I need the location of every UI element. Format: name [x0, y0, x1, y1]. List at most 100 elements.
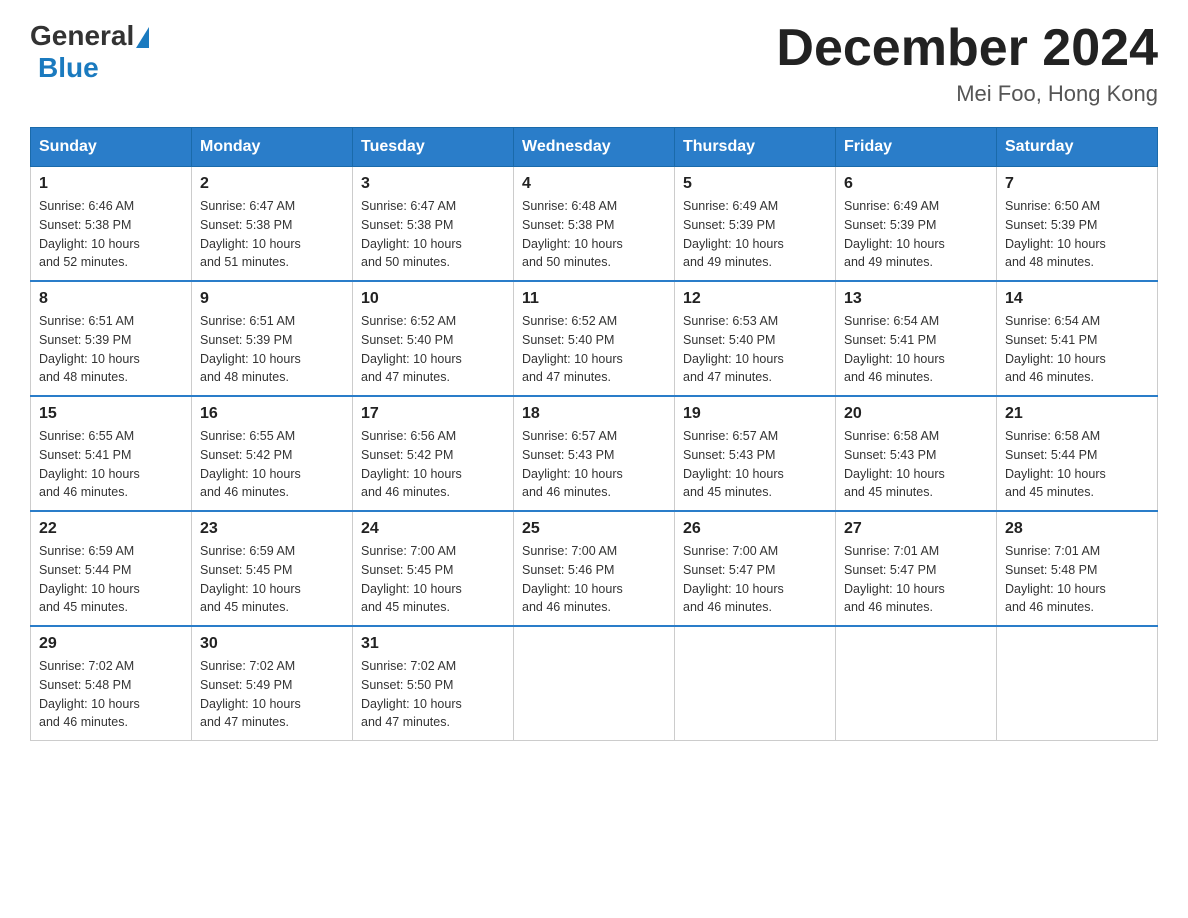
weekday-header-tuesday: Tuesday	[353, 128, 514, 167]
day-info: Sunrise: 6:49 AMSunset: 5:39 PMDaylight:…	[683, 197, 827, 272]
day-cell: 21 Sunrise: 6:58 AMSunset: 5:44 PMDayligh…	[997, 396, 1158, 511]
day-info: Sunrise: 6:47 AMSunset: 5:38 PMDaylight:…	[361, 197, 505, 272]
day-number: 29	[39, 635, 183, 653]
day-info: Sunrise: 6:54 AMSunset: 5:41 PMDaylight:…	[844, 312, 988, 387]
day-number: 19	[683, 405, 827, 423]
day-info: Sunrise: 6:51 AMSunset: 5:39 PMDaylight:…	[39, 312, 183, 387]
day-number: 4	[522, 175, 666, 193]
day-info: Sunrise: 7:02 AMSunset: 5:49 PMDaylight:…	[200, 657, 344, 732]
day-cell: 9 Sunrise: 6:51 AMSunset: 5:39 PMDaylight…	[192, 281, 353, 396]
weekday-header-friday: Friday	[836, 128, 997, 167]
day-info: Sunrise: 6:49 AMSunset: 5:39 PMDaylight:…	[844, 197, 988, 272]
day-info: Sunrise: 6:48 AMSunset: 5:38 PMDaylight:…	[522, 197, 666, 272]
day-cell: 14Sunrise: 6:54 AMSunset: 5:41 PMDayligh…	[997, 281, 1158, 396]
day-info: Sunrise: 6:53 AMSunset: 5:40 PMDaylight:…	[683, 312, 827, 387]
day-info: Sunrise: 6:47 AMSunset: 5:38 PMDaylight:…	[200, 197, 344, 272]
day-cell: 10Sunrise: 6:52 AMSunset: 5:40 PMDayligh…	[353, 281, 514, 396]
day-info: Sunrise: 7:02 AMSunset: 5:50 PMDaylight:…	[361, 657, 505, 732]
day-number: 22	[39, 520, 183, 538]
day-number: 9	[200, 290, 344, 308]
day-number: 26	[683, 520, 827, 538]
day-info: Sunrise: 7:00 AMSunset: 5:47 PMDaylight:…	[683, 542, 827, 617]
logo-triangle-icon	[136, 27, 149, 48]
day-number: 13	[844, 290, 988, 308]
day-number: 12	[683, 290, 827, 308]
day-info: Sunrise: 6:52 AMSunset: 5:40 PMDaylight:…	[361, 312, 505, 387]
day-cell: 15 Sunrise: 6:55 AMSunset: 5:41 PMDayligh…	[31, 396, 192, 511]
day-info: Sunrise: 6:50 AMSunset: 5:39 PMDaylight:…	[1005, 197, 1149, 272]
day-number: 28	[1005, 520, 1149, 538]
day-number: 6	[844, 175, 988, 193]
day-number: 21	[1005, 405, 1149, 423]
day-cell: 4 Sunrise: 6:48 AMSunset: 5:38 PMDaylight…	[514, 167, 675, 282]
week-row-4: 22Sunrise: 6:59 AMSunset: 5:44 PMDayligh…	[31, 511, 1158, 626]
week-row-2: 8 Sunrise: 6:51 AMSunset: 5:39 PMDaylight…	[31, 281, 1158, 396]
day-cell: 12 Sunrise: 6:53 AMSunset: 5:40 PMDayligh…	[675, 281, 836, 396]
day-number: 3	[361, 175, 505, 193]
month-title: December 2024	[776, 20, 1158, 77]
day-cell: 13 Sunrise: 6:54 AMSunset: 5:41 PMDayligh…	[836, 281, 997, 396]
day-info: Sunrise: 6:52 AMSunset: 5:40 PMDaylight:…	[522, 312, 666, 387]
day-info: Sunrise: 7:00 AMSunset: 5:45 PMDaylight:…	[361, 542, 505, 617]
day-cell: 19Sunrise: 6:57 AMSunset: 5:43 PMDayligh…	[675, 396, 836, 511]
day-info: Sunrise: 6:55 AMSunset: 5:42 PMDaylight:…	[200, 427, 344, 502]
weekday-header-saturday: Saturday	[997, 128, 1158, 167]
day-cell: 16 Sunrise: 6:55 AMSunset: 5:42 PMDayligh…	[192, 396, 353, 511]
day-cell: 17Sunrise: 6:56 AMSunset: 5:42 PMDayligh…	[353, 396, 514, 511]
day-cell: 1Sunrise: 6:46 AMSunset: 5:38 PMDaylight…	[31, 167, 192, 282]
day-cell	[675, 626, 836, 741]
day-cell	[997, 626, 1158, 741]
week-row-3: 15 Sunrise: 6:55 AMSunset: 5:41 PMDayligh…	[31, 396, 1158, 511]
day-number: 15	[39, 405, 183, 423]
title-block: December 2024 Mei Foo, Hong Kong	[776, 20, 1158, 107]
day-info: Sunrise: 6:58 AMSunset: 5:44 PMDaylight:…	[1005, 427, 1149, 502]
day-info: Sunrise: 6:58 AMSunset: 5:43 PMDaylight:…	[844, 427, 988, 502]
day-info: Sunrise: 6:56 AMSunset: 5:42 PMDaylight:…	[361, 427, 505, 502]
day-cell: 28Sunrise: 7:01 AMSunset: 5:48 PMDayligh…	[997, 511, 1158, 626]
location: Mei Foo, Hong Kong	[776, 81, 1158, 107]
day-number: 31	[361, 635, 505, 653]
day-number: 27	[844, 520, 988, 538]
day-info: Sunrise: 6:46 AMSunset: 5:38 PMDaylight:…	[39, 197, 183, 272]
day-info: Sunrise: 6:51 AMSunset: 5:39 PMDaylight:…	[200, 312, 344, 387]
day-cell: 5 Sunrise: 6:49 AMSunset: 5:39 PMDaylight…	[675, 167, 836, 282]
day-info: Sunrise: 6:59 AMSunset: 5:45 PMDaylight:…	[200, 542, 344, 617]
day-info: Sunrise: 6:54 AMSunset: 5:41 PMDaylight:…	[1005, 312, 1149, 387]
day-cell: 23Sunrise: 6:59 AMSunset: 5:45 PMDayligh…	[192, 511, 353, 626]
day-cell: 30Sunrise: 7:02 AMSunset: 5:49 PMDayligh…	[192, 626, 353, 741]
day-cell	[514, 626, 675, 741]
day-info: Sunrise: 7:02 AMSunset: 5:48 PMDaylight:…	[39, 657, 183, 732]
day-cell: 6 Sunrise: 6:49 AMSunset: 5:39 PMDaylight…	[836, 167, 997, 282]
day-number: 2	[200, 175, 344, 193]
weekday-header-wednesday: Wednesday	[514, 128, 675, 167]
day-cell: 29 Sunrise: 7:02 AMSunset: 5:48 PMDayligh…	[31, 626, 192, 741]
day-cell	[836, 626, 997, 741]
day-cell: 2 Sunrise: 6:47 AMSunset: 5:38 PMDaylight…	[192, 167, 353, 282]
week-row-5: 29 Sunrise: 7:02 AMSunset: 5:48 PMDayligh…	[31, 626, 1158, 741]
day-cell: 18Sunrise: 6:57 AMSunset: 5:43 PMDayligh…	[514, 396, 675, 511]
day-cell: 22Sunrise: 6:59 AMSunset: 5:44 PMDayligh…	[31, 511, 192, 626]
logo: General Blue	[30, 20, 149, 84]
day-number: 11	[522, 290, 666, 308]
day-info: Sunrise: 7:01 AMSunset: 5:47 PMDaylight:…	[844, 542, 988, 617]
day-cell: 31 Sunrise: 7:02 AMSunset: 5:50 PMDayligh…	[353, 626, 514, 741]
day-cell: 8 Sunrise: 6:51 AMSunset: 5:39 PMDaylight…	[31, 281, 192, 396]
day-cell: 3 Sunrise: 6:47 AMSunset: 5:38 PMDaylight…	[353, 167, 514, 282]
day-cell: 20Sunrise: 6:58 AMSunset: 5:43 PMDayligh…	[836, 396, 997, 511]
day-cell: 27 Sunrise: 7:01 AMSunset: 5:47 PMDayligh…	[836, 511, 997, 626]
page-header: General Blue December 2024 Mei Foo, Hong…	[30, 20, 1158, 107]
day-number: 8	[39, 290, 183, 308]
weekday-header-row: SundayMondayTuesdayWednesdayThursdayFrid…	[31, 128, 1158, 167]
calendar-table: SundayMondayTuesdayWednesdayThursdayFrid…	[30, 127, 1158, 741]
day-number: 7	[1005, 175, 1149, 193]
day-number: 18	[522, 405, 666, 423]
day-number: 16	[200, 405, 344, 423]
logo-general-text: General	[30, 20, 134, 52]
weekday-header-monday: Monday	[192, 128, 353, 167]
day-cell: 24Sunrise: 7:00 AMSunset: 5:45 PMDayligh…	[353, 511, 514, 626]
day-cell: 26 Sunrise: 7:00 AMSunset: 5:47 PMDayligh…	[675, 511, 836, 626]
day-cell: 11 Sunrise: 6:52 AMSunset: 5:40 PMDayligh…	[514, 281, 675, 396]
day-number: 5	[683, 175, 827, 193]
weekday-header-sunday: Sunday	[31, 128, 192, 167]
day-info: Sunrise: 6:55 AMSunset: 5:41 PMDaylight:…	[39, 427, 183, 502]
